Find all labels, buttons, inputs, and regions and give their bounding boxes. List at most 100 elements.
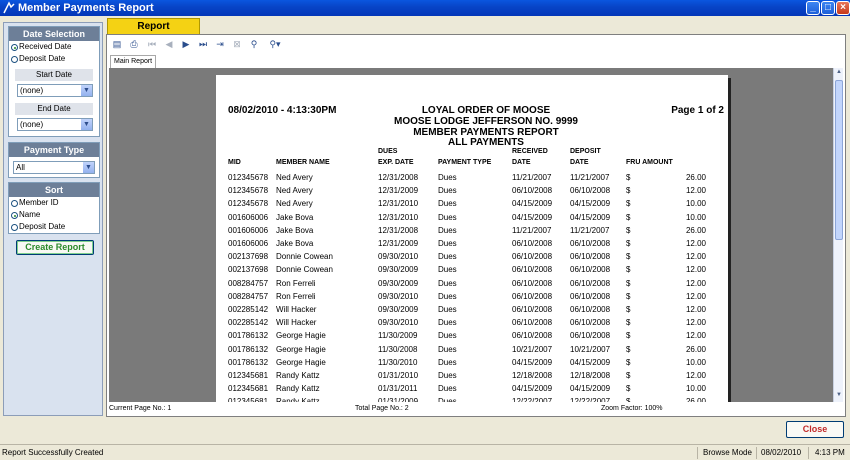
deposit-date-radio[interactable]: Deposit Date — [9, 53, 99, 65]
search-icon[interactable]: ⚲ — [247, 38, 261, 50]
row-deposit-date: 04/15/2009 — [570, 384, 611, 394]
row-payment-type: Dues — [438, 278, 457, 288]
row-mid: 002137698 — [228, 265, 269, 275]
scroll-down-icon[interactable]: ▼ — [835, 392, 843, 401]
row-amount: 12.00 — [685, 291, 706, 301]
row-mid: 012345678 — [228, 173, 269, 182]
received-date-radio[interactable]: Received Date — [9, 41, 99, 53]
next-page-icon[interactable]: ▶ — [179, 38, 193, 50]
window-title: Member Payments Report — [18, 2, 154, 14]
row-payment-type: Dues — [438, 397, 457, 402]
row-deposit-date: 12/22/2007 — [570, 397, 611, 402]
last-page-icon[interactable]: ⏭ — [196, 38, 210, 50]
window-close-button[interactable]: × — [836, 1, 850, 15]
row-mid: 002285142 — [228, 305, 269, 314]
radio-empty-icon — [11, 224, 18, 231]
row-member-name: George Hagie — [276, 331, 326, 341]
row-received-date: 11/21/2007 — [512, 173, 552, 182]
row-exp-date: 11/30/2008 — [378, 344, 418, 354]
row-exp-date: 09/30/2010 — [378, 252, 419, 262]
maximize-button[interactable]: □ — [821, 1, 835, 15]
tab-main-report[interactable]: Main Report — [110, 55, 157, 68]
row-member-name: Ron Ferreli — [276, 278, 316, 288]
row-amount: 26.00 — [685, 344, 706, 354]
row-amount: 10.00 — [685, 384, 706, 394]
row-member-name: Will Hacker — [276, 318, 317, 328]
col-dues: DUES — [378, 148, 398, 155]
row-exp-date: 01/31/2011 — [378, 384, 418, 394]
create-report-button[interactable]: Create Report — [16, 240, 94, 255]
date-selection-group: Date Selection Received Date Deposit Dat… — [8, 26, 100, 137]
chevron-down-icon[interactable]: ▼ — [81, 119, 92, 130]
row-currency: $ — [626, 252, 631, 262]
row-deposit-date: 12/18/2008 — [570, 371, 611, 380]
row-mid: 001606006 — [228, 212, 269, 222]
goto-page-icon[interactable]: ⇥ — [213, 38, 227, 50]
report-viewer[interactable]: 08/02/2010 - 4:13:30PM LOYAL ORDER OF MO… — [109, 68, 843, 402]
row-member-name: Donnie Cowean — [276, 265, 333, 275]
row-currency: $ — [626, 344, 631, 354]
close-button[interactable]: Close — [786, 421, 844, 438]
row-currency: $ — [626, 305, 631, 314]
row-mid: 002137698 — [228, 252, 269, 262]
row-received-date: 06/10/2008 — [512, 252, 553, 262]
chevron-down-icon[interactable]: ▼ — [83, 162, 94, 173]
row-deposit-date: 06/10/2008 — [570, 291, 611, 301]
row-deposit-date: 06/10/2008 — [570, 239, 611, 248]
report-toolbar: ▤ ⎙ ⏮ ◀ ▶ ⏭ ⇥ ⊠ ⚲ ⚲▾ — [107, 35, 845, 53]
row-payment-type: Dues — [438, 371, 457, 380]
row-exp-date: 09/30/2009 — [378, 278, 419, 288]
zoom-icon[interactable]: ⚲▾ — [264, 38, 286, 50]
minimize-button[interactable]: _ — [806, 1, 820, 15]
end-date-select[interactable]: (none) ▼ — [17, 118, 93, 131]
row-payment-type: Dues — [438, 252, 457, 262]
sort-deposit-date-radio[interactable]: Deposit Date — [9, 221, 99, 233]
sort-member-id-radio[interactable]: Member ID — [9, 197, 99, 209]
row-exp-date: 09/30/2010 — [378, 318, 419, 328]
row-member-name: Ron Ferreli — [276, 291, 316, 301]
row-deposit-date: 06/10/2008 — [570, 331, 611, 341]
row-currency: $ — [626, 278, 631, 288]
row-member-name: Donnie Cowean — [276, 252, 333, 262]
row-mid: 012345678 — [228, 186, 269, 196]
row-payment-type: Dues — [438, 344, 457, 354]
row-payment-type: Dues — [438, 225, 457, 235]
sort-name-radio[interactable]: Name — [9, 209, 99, 221]
col-mid: MID — [228, 159, 241, 166]
row-deposit-date: 06/10/2008 — [570, 318, 611, 328]
row-received-date: 06/10/2008 — [512, 265, 553, 275]
row-member-name: Ned Avery — [276, 199, 313, 209]
row-received-date: 11/21/2007 — [512, 225, 552, 235]
sort-header: Sort — [9, 183, 99, 197]
row-payment-type: Dues — [438, 265, 457, 275]
row-currency: $ — [626, 318, 631, 328]
status-time: 4:13 PM — [815, 448, 845, 457]
row-exp-date: 09/30/2009 — [378, 305, 419, 314]
row-mid: 012345681 — [228, 384, 269, 394]
status-mode: Browse Mode — [703, 448, 752, 457]
scroll-up-icon[interactable]: ▲ — [835, 69, 843, 78]
row-currency: $ — [626, 291, 631, 301]
payment-type-select[interactable]: All ▼ — [13, 161, 95, 174]
row-currency: $ — [626, 212, 631, 222]
stop-icon[interactable]: ⊠ — [230, 38, 244, 50]
export-icon[interactable]: ▤ — [110, 38, 124, 50]
row-deposit-date: 11/21/2007 — [570, 225, 610, 235]
row-mid: 001786132 — [228, 331, 269, 341]
row-received-date: 06/10/2008 — [512, 186, 553, 196]
print-icon[interactable]: ⎙ — [127, 38, 141, 50]
row-exp-date: 11/30/2009 — [378, 331, 418, 341]
start-date-select[interactable]: (none) ▼ — [17, 84, 93, 97]
row-deposit-date: 06/10/2008 — [570, 265, 611, 275]
chevron-down-icon[interactable]: ▼ — [81, 85, 92, 96]
scroll-thumb[interactable] — [835, 80, 843, 240]
tab-report[interactable]: Report — [107, 18, 200, 35]
row-payment-type: Dues — [438, 291, 457, 301]
row-member-name: Randy Kattz — [276, 384, 320, 394]
row-member-name: Ned Avery — [276, 173, 313, 182]
row-mid: 001786132 — [228, 344, 269, 354]
first-page-icon[interactable]: ⏮ — [145, 38, 159, 50]
previous-page-icon[interactable]: ◀ — [162, 38, 176, 50]
row-exp-date: 01/31/2009 — [378, 397, 419, 402]
report-vertical-scrollbar[interactable]: ▲ ▼ — [833, 68, 843, 402]
